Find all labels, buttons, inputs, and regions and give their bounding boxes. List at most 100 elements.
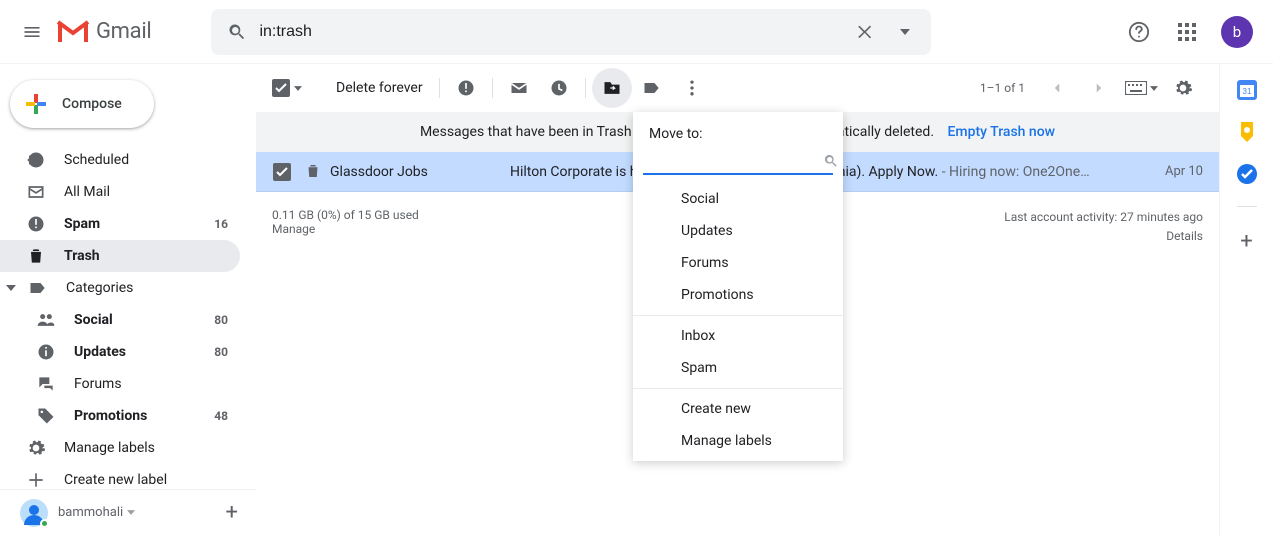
caret-down-icon[interactable] (127, 510, 135, 515)
sidebar-item-spam[interactable]: Spam 16 (0, 208, 240, 240)
sidebar-item-promotions[interactable]: Promotions 48 (0, 400, 240, 432)
nav-count: 80 (214, 313, 228, 327)
search-input[interactable] (257, 22, 845, 42)
hangouts-avatar[interactable] (20, 499, 48, 527)
header: Gmail b (0, 0, 1273, 64)
sidebar-item-forums[interactable]: Forums (0, 368, 240, 400)
separator (439, 78, 440, 98)
input-tools-button[interactable] (1121, 68, 1161, 108)
separator (585, 78, 586, 98)
sidebar-item-manage-labels[interactable]: Manage labels (0, 432, 240, 464)
nav-label: Social (74, 312, 113, 328)
sidebar-item-all-mail[interactable]: All Mail (0, 176, 240, 208)
calendar-app-button[interactable]: 31 (1237, 80, 1257, 100)
tasks-app-button[interactable] (1237, 164, 1257, 184)
help-icon (1128, 21, 1150, 43)
activity-info: Last account activity: 27 minutes ago De… (1004, 208, 1203, 246)
apps-button[interactable] (1167, 12, 1207, 52)
snooze-button[interactable] (539, 68, 579, 108)
gear-icon (1173, 78, 1193, 98)
spam-icon (26, 214, 46, 234)
prev-page-button[interactable] (1037, 68, 1077, 108)
sidebar-item-scheduled[interactable]: Scheduled (0, 144, 240, 176)
keyboard-icon (1125, 81, 1147, 95)
sidebar: Compose Scheduled All Mail Spam 16 Trash… (0, 64, 256, 535)
next-page-button[interactable] (1079, 68, 1119, 108)
popover-item-manage[interactable]: Manage labels (633, 425, 843, 457)
clear-search-button[interactable] (845, 22, 885, 42)
nav-label: Scheduled (64, 152, 129, 168)
plus-multicolor-icon (24, 92, 48, 116)
side-panel: 31 + (1219, 64, 1273, 535)
hangouts-new-button[interactable]: + (216, 496, 248, 529)
header-right: b (1119, 12, 1265, 52)
plus-icon (26, 470, 46, 490)
labels-button[interactable] (632, 68, 672, 108)
popover-item-inbox[interactable]: Inbox (633, 320, 843, 352)
sidebar-item-social[interactable]: Social 80 (0, 304, 240, 336)
label-icon (28, 278, 48, 298)
empty-trash-link[interactable]: Empty Trash now (948, 124, 1056, 140)
more-vert-icon (682, 78, 702, 98)
trash-indicator-icon (304, 162, 324, 182)
details-link[interactable]: Details (1004, 227, 1203, 246)
search-options-button[interactable] (885, 29, 925, 35)
tasks-icon (1237, 164, 1257, 184)
calendar-icon: 31 (1237, 80, 1257, 100)
caret-down-icon (6, 285, 16, 291)
delete-forever-button[interactable]: Delete forever (326, 80, 433, 96)
menu-icon (22, 22, 42, 42)
row-checkbox[interactable] (272, 162, 292, 182)
popover-item-promotions[interactable]: Promotions (633, 279, 843, 311)
move-to-button[interactable] (592, 68, 632, 108)
label-icon (642, 78, 662, 98)
row-date: Apr 10 (1165, 164, 1203, 179)
nav-label: Promotions (74, 408, 147, 424)
activity-text: Last account activity: 27 minutes ago (1004, 208, 1203, 227)
popover-search (643, 148, 833, 175)
nav-label: Updates (74, 344, 126, 360)
popover-item-forums[interactable]: Forums (633, 247, 843, 279)
presence-dot (40, 519, 49, 528)
nav-count: 80 (214, 345, 228, 359)
popover-item-updates[interactable]: Updates (633, 215, 843, 247)
select-all-checkbox[interactable] (272, 79, 302, 97)
account-avatar[interactable]: b (1221, 16, 1253, 48)
forums-icon (36, 374, 56, 394)
mail-stack-icon (26, 182, 46, 202)
get-addons-button[interactable]: + (1240, 229, 1252, 254)
row-snippet: - Hiring now: One2One… (938, 164, 1089, 180)
close-icon (855, 22, 875, 42)
chevron-left-icon (1048, 79, 1066, 97)
search-button[interactable] (217, 22, 257, 42)
envelope-icon (509, 78, 529, 98)
popover-search-input[interactable] (643, 152, 823, 169)
gmail-logo-text: Gmail (96, 19, 151, 44)
popover-item-create[interactable]: Create new (633, 393, 843, 425)
popover-item-spam[interactable]: Spam (633, 352, 843, 384)
mark-read-button[interactable] (499, 68, 539, 108)
sidebar-item-updates[interactable]: Updates 80 (0, 336, 240, 368)
keep-icon (1237, 122, 1257, 142)
sidebar-item-categories[interactable]: Categories (24, 272, 240, 304)
support-button[interactable] (1119, 12, 1159, 52)
sidebar-item-trash[interactable]: Trash (0, 240, 240, 272)
search-icon (823, 153, 839, 169)
categories-collapse[interactable] (6, 285, 24, 291)
content: Delete forever (256, 64, 1219, 535)
settings-button[interactable] (1163, 68, 1203, 108)
chevron-right-icon (1090, 79, 1108, 97)
caret-down-icon (900, 29, 910, 35)
more-button[interactable] (672, 68, 712, 108)
caret-down-icon[interactable] (294, 86, 302, 91)
search-icon (227, 22, 247, 42)
report-spam-button[interactable] (446, 68, 486, 108)
compose-button[interactable]: Compose (10, 80, 154, 128)
keep-app-button[interactable] (1237, 122, 1257, 142)
manage-storage-link[interactable]: Manage (272, 222, 419, 236)
main-menu-button[interactable] (8, 8, 56, 56)
sidebar-footer: bammohali + (0, 489, 256, 535)
separator (492, 78, 493, 98)
popover-item-social[interactable]: Social (633, 183, 843, 215)
gmail-logo[interactable]: Gmail (56, 19, 151, 45)
